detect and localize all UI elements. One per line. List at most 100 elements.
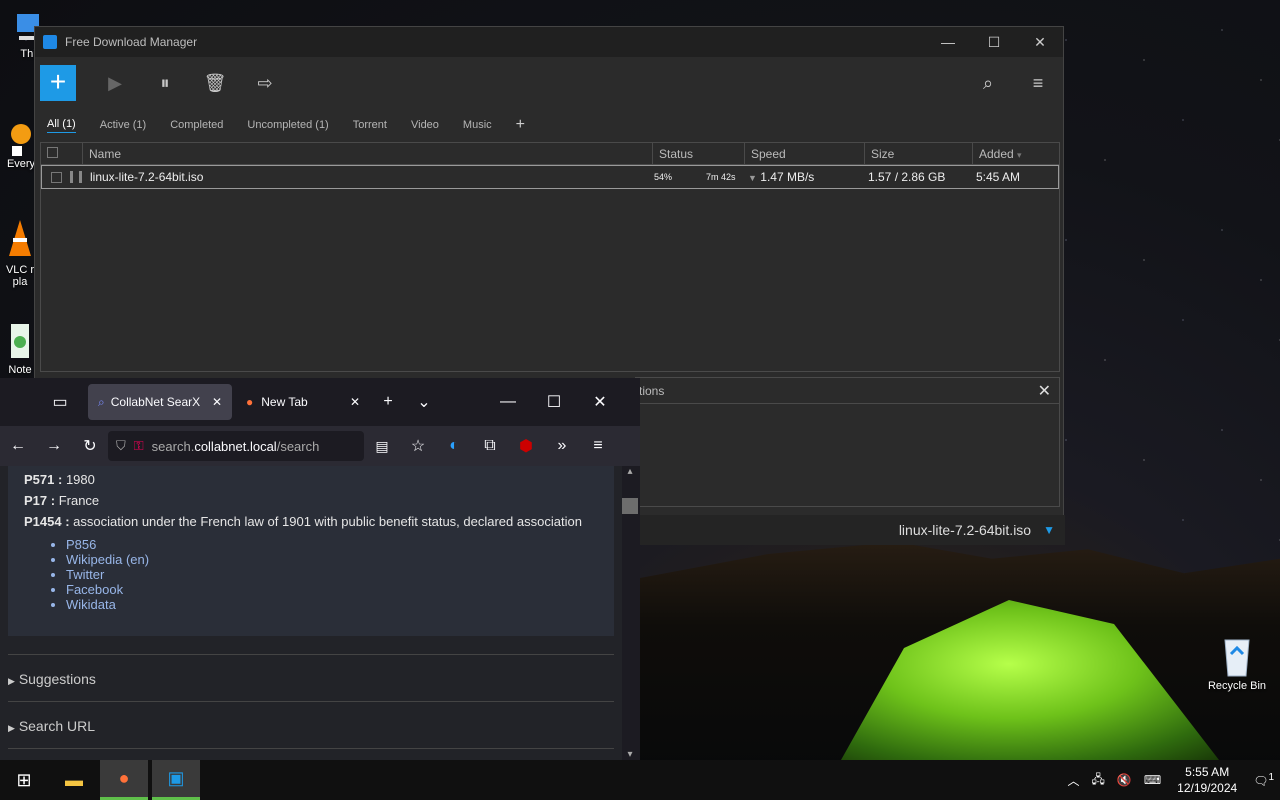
suggestions-toggle[interactable]: ▶ Suggestions [8,654,614,687]
resume-icon[interactable]: ▶ [90,73,140,94]
menu-icon[interactable]: ≡ [580,437,616,455]
url-host: collabnet.local [194,438,277,454]
clock-date: 12/19/2024 [1177,781,1238,795]
download-speed: ▼ 1.47 MB/s [748,170,868,184]
add-download-button[interactable]: + [40,65,76,101]
overflow-chevron-icon[interactable]: » [544,437,580,455]
tab-torrent[interactable]: Torrent [353,119,387,131]
new-tab-icon[interactable]: + [370,393,406,411]
scroll-up-icon[interactable]: ▴ [622,466,638,477]
link-facebook[interactable]: Facebook [66,582,598,597]
start-button[interactable]: ⊞ [0,760,48,800]
minimize-icon[interactable]: — [490,393,526,411]
maximize-icon[interactable]: ☐ [536,392,572,412]
minimize-icon[interactable]: — [925,34,971,51]
tab-title: New Tab [261,395,308,409]
infobox-links: P856 Wikipedia (en) Twitter Facebook Wik… [66,537,598,612]
row-checkbox[interactable] [51,171,62,183]
forward-icon[interactable]: → [36,437,72,455]
close-icon[interactable]: ✕ [1017,34,1063,51]
add-tab-button[interactable]: + [516,116,525,134]
notepad-icon [11,324,29,358]
volume-muted-icon[interactable]: 🔇 [1117,773,1132,787]
table-row[interactable]: linux-lite-7.2-64bit.iso 54% 7m 42s ▼ 1.… [41,165,1059,189]
keyboard-icon[interactable]: ⌨ [1144,773,1161,787]
maximize-icon[interactable]: ☐ [971,34,1017,51]
column-speed[interactable]: Speed [745,143,865,164]
column-added[interactable]: Added ▾ [973,143,1059,164]
close-icon[interactable]: ✕ [582,392,618,412]
column-status[interactable]: Status [653,143,745,164]
firefox-window: ▭ ⌕ CollabNet SearX ✕ ● New Tab ✕ + ⌄ — … [0,378,640,760]
desktop-icon-label: Note [8,364,32,376]
scrollbar-thumb[interactable] [622,498,638,514]
network-icon[interactable]: 🖧 [1091,770,1104,791]
link-p856[interactable]: P856 [66,537,598,552]
desktop-icon-notepad[interactable]: Note [4,322,36,376]
search-url-toggle[interactable]: ▶ Search URL [8,701,614,734]
close-icon[interactable]: ✕ [350,395,360,409]
shield-icon[interactable]: ⛉ [116,438,126,454]
page-scrollbar[interactable]: ▴ ▾ [622,466,638,760]
extensions-icon[interactable]: ⧉ [472,437,508,455]
trash-icon[interactable]: 🗑 [190,73,240,94]
folder-icon: ▬ [65,769,83,790]
scroll-down-icon[interactable]: ▾ [622,749,638,760]
desktop-icon-vlc[interactable]: VLC r pla [4,218,36,288]
link-wikipedia[interactable]: Wikipedia (en) [66,552,598,567]
download-added: 5:45 AM [976,170,1021,184]
notification-icon[interactable]: 🗨1 [1253,772,1274,788]
tab-completed[interactable]: Completed [170,119,223,131]
clock[interactable]: 5:55 AM 12/19/2024 [1177,764,1237,796]
taskbar-firefox[interactable]: ● [100,760,148,800]
tab-searx[interactable]: ⌕ CollabNet SearX ✕ [88,384,232,420]
property-key: P571 : [24,472,63,487]
desktop-icon-recycle-bin[interactable]: Recycle Bin [1200,632,1274,692]
header-checkbox-cell[interactable] [41,143,83,164]
chevron-down-icon[interactable]: ▼ [1043,523,1055,537]
pause-icon[interactable] [70,171,82,183]
search-icon[interactable]: ⌕ [963,73,1013,94]
firefox-navbar: ← → ↻ ⛉ ⚿ search. collabnet.local/search … [0,426,640,466]
tab-all[interactable]: All (1) [47,118,76,133]
taskbar-fdm[interactable]: ▣ [152,760,200,800]
fdm-toolbar: + ▶ ⏸ 🗑 ⇨ ⌕ ≡ [35,57,1063,109]
desktop-icon-everything[interactable]: Every [6,116,36,170]
tab-new-tab[interactable]: ● New Tab ✕ [236,384,370,420]
move-to-folder-icon[interactable]: ⇨ [240,73,290,94]
tab-video[interactable]: Video [411,119,439,131]
lock-icon[interactable]: ⚿ [134,438,144,454]
tab-music[interactable]: Music [463,119,492,131]
fdm-status-bar[interactable]: linux-lite-7.2-64bit.iso ▼ [635,515,1065,545]
menu-icon[interactable]: ≡ [1013,73,1063,94]
reader-view-icon[interactable]: ▤ [364,438,400,455]
taskbar-file-explorer[interactable]: ▬ [50,760,98,800]
reload-icon[interactable]: ↻ [72,436,108,456]
ublock-icon[interactable]: ⬢ [508,436,544,456]
search-icon: ⌕ [98,394,105,409]
show-hidden-icons-icon[interactable]: ︿ [1067,772,1079,789]
link-twitter[interactable]: Twitter [66,567,598,582]
vlc-icon [9,220,31,256]
bookmark-star-icon[interactable]: ☆ [400,436,436,456]
fdm-window-title: Free Download Manager [65,35,198,49]
back-icon[interactable]: ← [0,437,36,455]
expand-triangle-icon: ▶ [8,723,15,733]
list-tabs-icon[interactable]: ⌄ [406,392,442,412]
download-list: Name Status Speed Size Added ▾ linux-lit… [40,142,1060,372]
close-icon[interactable]: ✕ [1038,381,1051,401]
desktop-icon-label: VLC r pla [5,264,35,288]
property-key: P1454 : [24,514,70,529]
close-icon[interactable]: ✕ [212,395,222,409]
page-content: P571 : 1980 P17 : France P1454 : associa… [0,466,622,760]
url-bar[interactable]: ⛉ ⚿ search. collabnet.local/search [108,431,364,461]
pause-all-icon[interactable]: ⏸ [140,73,190,94]
fdm-titlebar[interactable]: Free Download Manager — ☐ ✕ [35,27,1063,57]
column-size[interactable]: Size [865,143,973,164]
firefox-view-icon[interactable]: ▭ [42,392,78,412]
link-wikidata[interactable]: Wikidata [66,597,598,612]
column-name[interactable]: Name [83,143,653,164]
tab-uncompleted[interactable]: Uncompleted (1) [247,119,328,131]
tab-active[interactable]: Active (1) [100,119,146,131]
extension-theme-icon[interactable]: ◐ [436,437,472,455]
